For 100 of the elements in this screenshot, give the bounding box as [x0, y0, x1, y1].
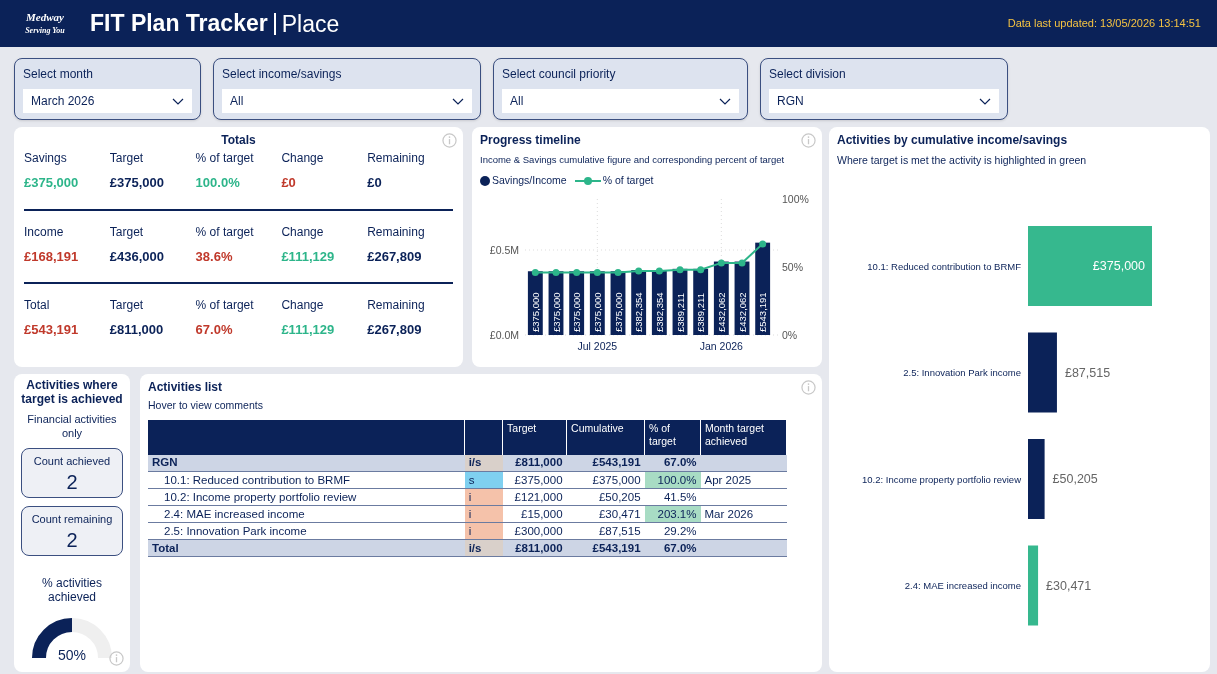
data-label: £432,062: [715, 292, 727, 332]
category-label: 2.5: Innovation Park income: [903, 366, 1021, 378]
metric-label: % of target: [195, 223, 254, 241]
data-label: £389,211: [695, 293, 707, 332]
chart-bar: [589, 271, 605, 335]
count-value: 2: [66, 469, 78, 494]
count-label: Count remaining: [31, 512, 113, 527]
metric-label: Remaining: [367, 297, 425, 314]
column-header: Month target achieved: [700, 419, 787, 455]
metric-label: % of target: [195, 150, 254, 167]
point: [676, 266, 684, 274]
axis-label: 100%: [782, 193, 809, 205]
filter-label: Select income/savings: [222, 66, 342, 83]
data-label: £375,000: [571, 292, 583, 332]
last-updated-text: Data last updated: 13/05/2026 13:14:51: [1007, 16, 1201, 32]
dropdown[interactable]: All: [502, 89, 739, 113]
logo-tagline: Serving You: [25, 27, 65, 35]
card-title: Activities list: [148, 379, 223, 396]
metric-value: 67.0%: [195, 321, 233, 339]
metric-label: Total: [24, 297, 50, 314]
point: [697, 266, 705, 274]
column-header: % of target: [644, 419, 701, 455]
dropdown[interactable]: March 2026: [23, 89, 192, 113]
card-subtitle: Hover to view comments: [148, 398, 263, 413]
point: [759, 240, 767, 248]
info-icon[interactable]: [442, 133, 457, 148]
point: [614, 268, 622, 276]
dropdown[interactable]: RGN: [769, 89, 999, 113]
category-label: 10.2: Income property portfolio review: [862, 473, 1021, 485]
chart-bar: [672, 268, 688, 335]
chevron-down-icon: [172, 97, 184, 105]
metric-value: £111,129: [281, 321, 335, 339]
metric-value: £111,129: [281, 247, 335, 266]
chart-bar: [548, 271, 564, 335]
data-label: £30,471: [1046, 578, 1092, 593]
data-label: £382,354: [653, 292, 665, 332]
point: [593, 268, 601, 276]
chart-bar: [569, 271, 585, 335]
data-label: £375,000: [550, 292, 562, 332]
metric-value: £375,000: [109, 174, 165, 192]
app-title: FIT Plan Tracker: [90, 9, 268, 39]
metric-label: Target: [109, 297, 144, 314]
chart-bar: [631, 270, 647, 335]
metric-value: £436,000: [109, 247, 165, 266]
column-header: Target: [502, 419, 567, 455]
category-label: 2.4: MAE increased income: [904, 579, 1021, 591]
data-label: £87,515: [1064, 365, 1111, 380]
chart-bar: [693, 268, 709, 335]
chevron-down-icon: [979, 97, 991, 105]
metric-label: Income: [24, 223, 64, 241]
point: [573, 268, 581, 276]
info-icon[interactable]: [801, 380, 816, 395]
gauge-label: % activities achieved: [41, 576, 103, 604]
chevron-down-icon: [719, 97, 731, 105]
axis-label: Jan 2026: [699, 340, 743, 352]
metric-label: Remaining: [367, 150, 425, 167]
card-subtitle: Income & Savings cumulative figure and corresponding percent of target: [480, 153, 785, 167]
count-label: Count achieved: [33, 454, 111, 469]
metric-label: Change: [281, 297, 324, 314]
metric-value: £811,000: [109, 321, 164, 339]
chart-bar: [651, 270, 667, 335]
axis-label: 50%: [782, 261, 803, 273]
data-label: £50,205: [1052, 471, 1098, 486]
metric-value: £0: [367, 174, 382, 192]
card-subtitle: Where target is met the activity is highlighted in green: [837, 153, 1087, 168]
point: [531, 268, 539, 276]
info-icon[interactable]: [801, 133, 816, 148]
card-title: Totals: [221, 132, 256, 149]
axis-label: £0.5M: [489, 244, 519, 256]
data-label: £389,211: [674, 293, 686, 332]
metric-label: Target: [109, 150, 144, 167]
metric-value: £168,191: [24, 247, 79, 266]
legend-label: Savings/Income: [492, 173, 567, 189]
metric-label: % of target: [195, 297, 254, 314]
filter-label: Select council priority: [502, 66, 616, 83]
card-title: Activities where target is achieved: [20, 378, 124, 406]
logo-text: Medway: [26, 12, 64, 23]
data-label: £375,000: [612, 292, 624, 332]
data-label: £375,000: [591, 292, 603, 332]
axis-label: Jul 2025: [577, 340, 618, 352]
metric-value: 100.0%: [195, 174, 240, 192]
legend-label: % of target: [602, 173, 654, 189]
metric-value: 38.6%: [195, 247, 233, 266]
card-title: Activities by cumulative income/savings: [837, 132, 1068, 149]
data-label: £543,191: [757, 292, 769, 332]
data-label: £375,000: [1092, 258, 1145, 273]
chart-bar: [527, 271, 543, 335]
page-title: Place: [273, 12, 340, 35]
metric-value: £267,809: [367, 321, 422, 339]
count-value: 2: [66, 527, 78, 552]
card-note: Financial activities only: [26, 412, 118, 440]
dropdown[interactable]: All: [222, 89, 472, 113]
category-label: 10.1: Reduced contribution to BRMF: [867, 260, 1021, 272]
metric-label: Change: [281, 223, 324, 241]
card-title: Progress timeline: [480, 132, 581, 149]
info-icon[interactable]: [109, 651, 124, 666]
filter-label: Select division: [769, 66, 846, 83]
metric-label: Remaining: [367, 223, 425, 241]
metric-value: £375,000: [24, 174, 79, 192]
metric-value: £543,191: [24, 321, 79, 339]
